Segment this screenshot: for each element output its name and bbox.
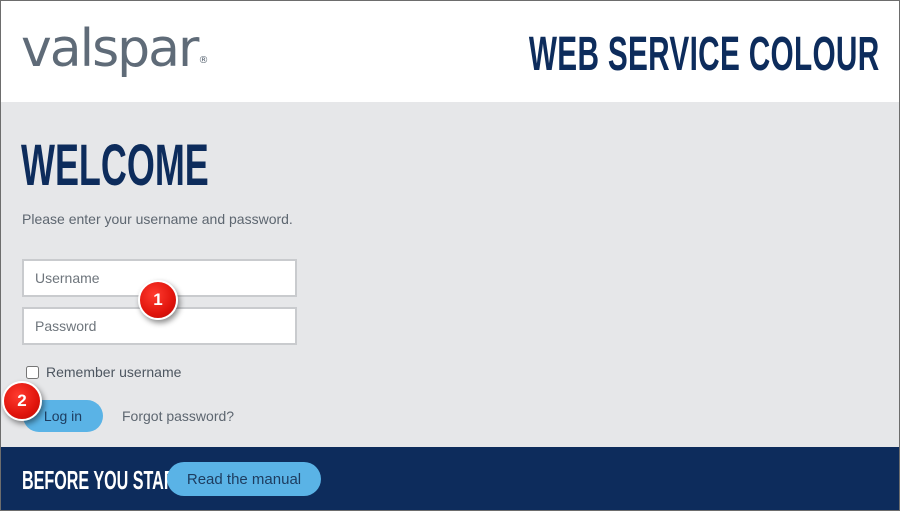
login-instructions: Please enter your username and password. bbox=[22, 211, 293, 227]
before-you-start-label: BEFORE YOU START bbox=[22, 465, 186, 495]
read-manual-button[interactable]: Read the manual bbox=[167, 462, 321, 496]
valspar-logo: valspar® bbox=[21, 19, 208, 79]
browser-frame: valspar® WEB SERVICE COLOUR WELCOME Plea… bbox=[0, 0, 900, 511]
remember-username-label: Remember username bbox=[46, 364, 182, 380]
remember-username-row[interactable]: Remember username bbox=[26, 363, 181, 381]
step-marker-1: 1 bbox=[138, 280, 178, 320]
footer-bar: BEFORE YOU START Read the manual bbox=[1, 447, 899, 510]
registered-mark: ® bbox=[198, 55, 209, 66]
login-panel: WELCOME Please enter your username and p… bbox=[1, 102, 899, 447]
page-header: valspar® WEB SERVICE COLOUR bbox=[1, 1, 899, 102]
step-marker-2: 2 bbox=[2, 381, 42, 421]
welcome-heading: WELCOME bbox=[21, 133, 209, 198]
logo-text: valspar bbox=[21, 19, 199, 79]
remember-username-checkbox[interactable] bbox=[26, 365, 39, 379]
forgot-password-link[interactable]: Forgot password? bbox=[122, 407, 234, 425]
app-title: WEB SERVICE COLOUR bbox=[528, 28, 879, 81]
